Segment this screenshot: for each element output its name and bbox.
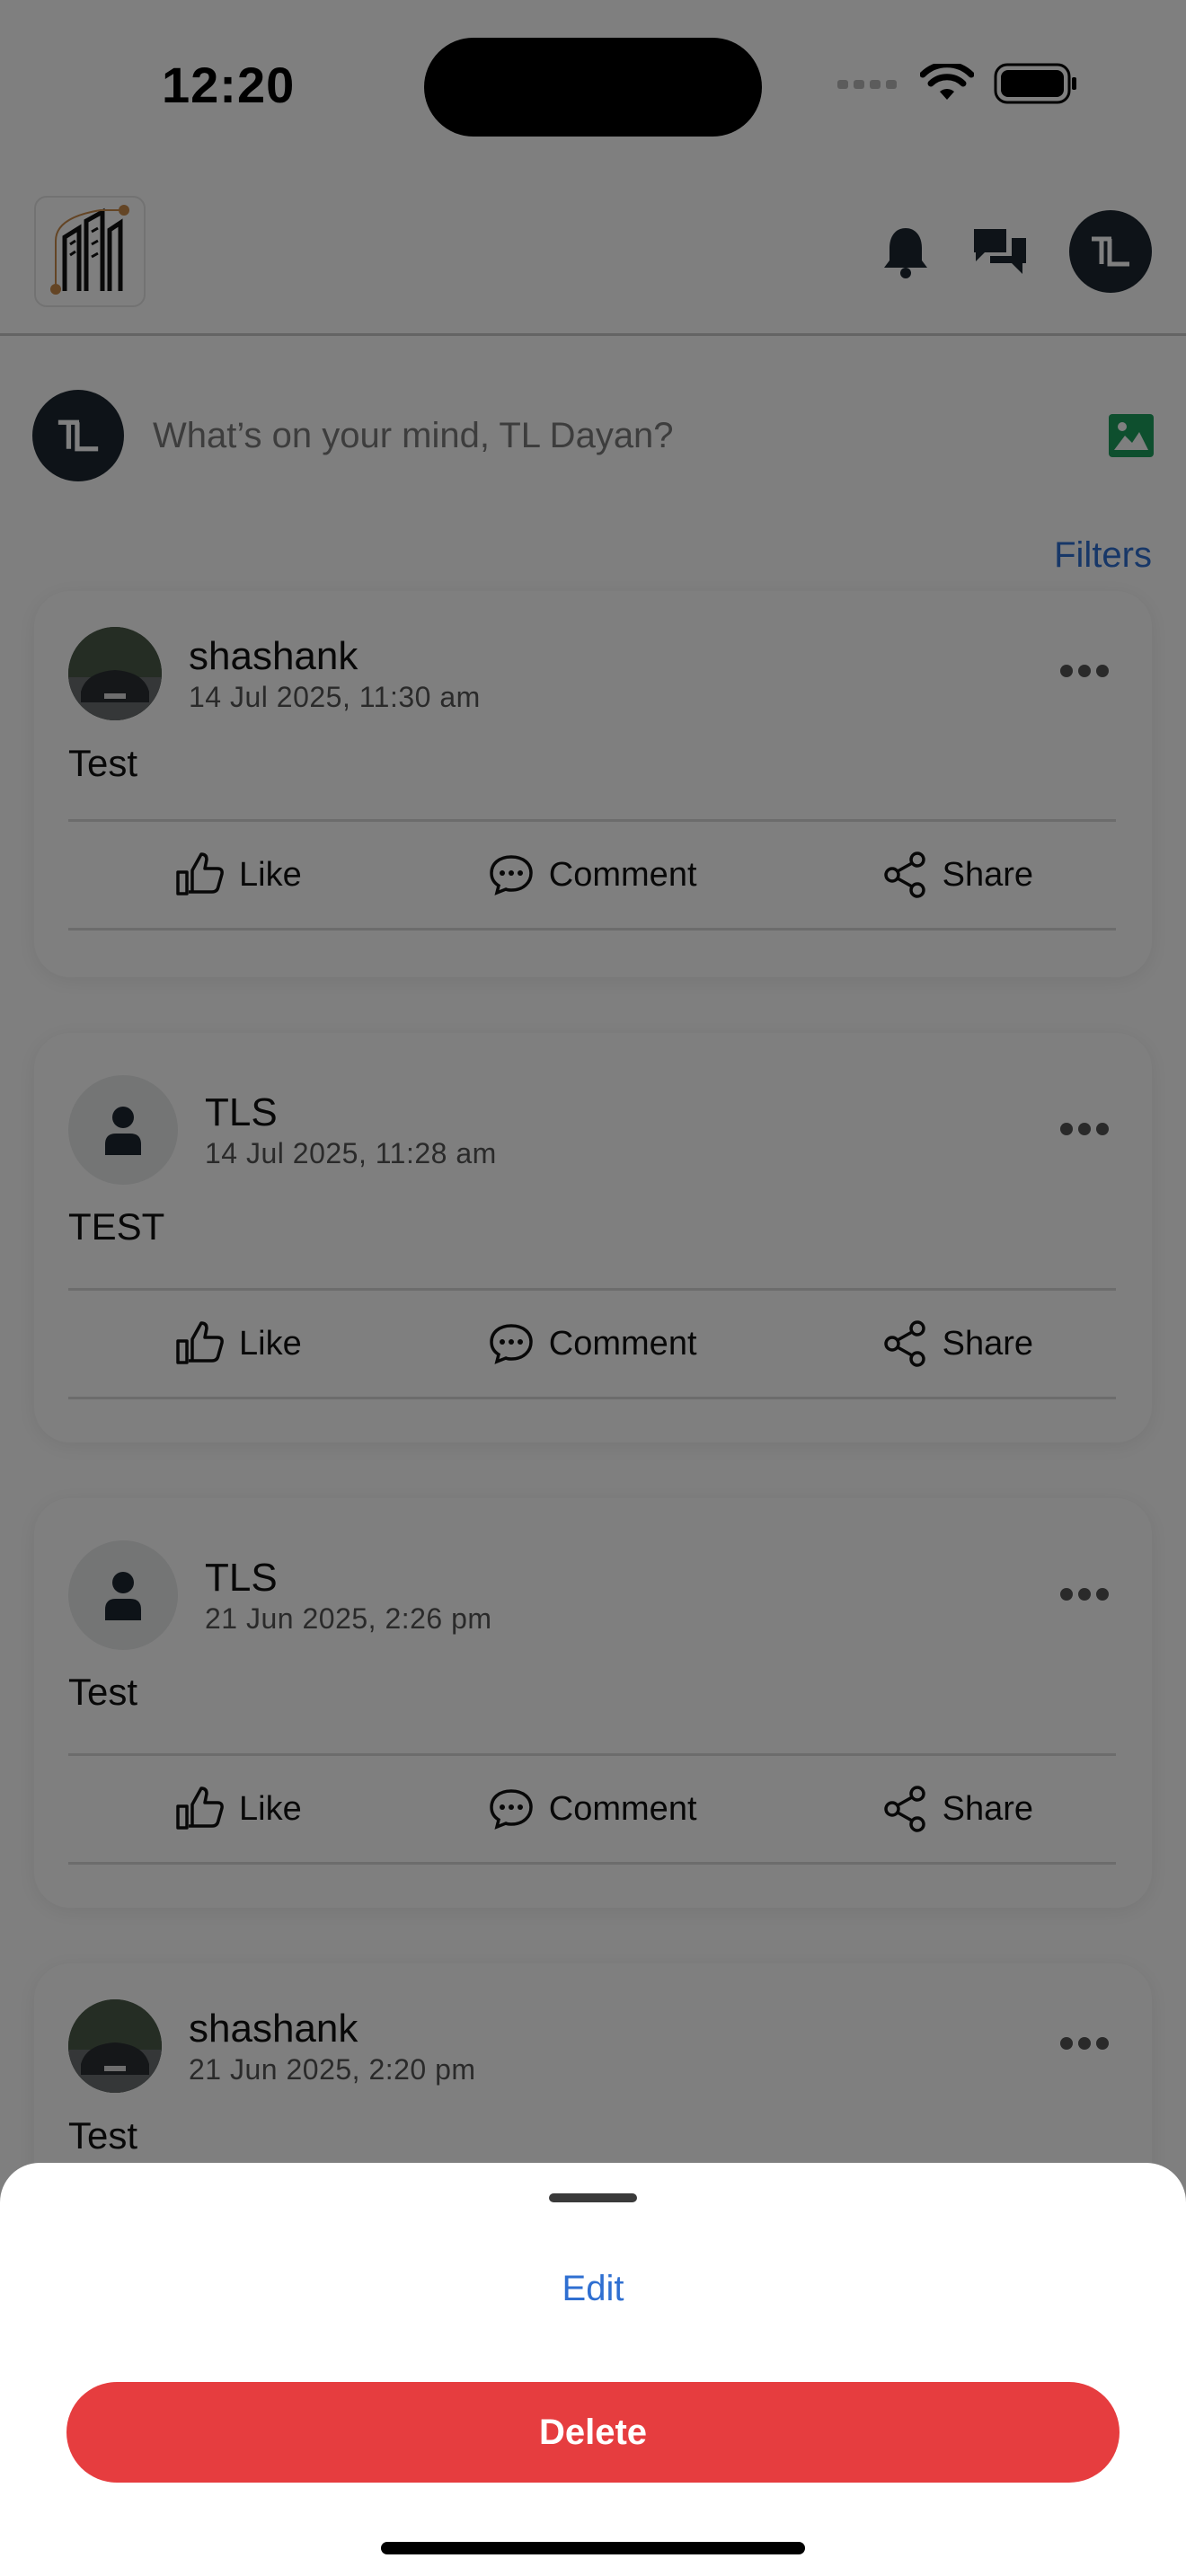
post-options-sheet: Edit Delete — [0, 2163, 1186, 2576]
sheet-drag-handle[interactable] — [549, 2193, 637, 2202]
delete-button[interactable]: Delete — [66, 2382, 1120, 2483]
home-indicator — [381, 2542, 805, 2554]
edit-button[interactable]: Edit — [0, 2269, 1186, 2309]
